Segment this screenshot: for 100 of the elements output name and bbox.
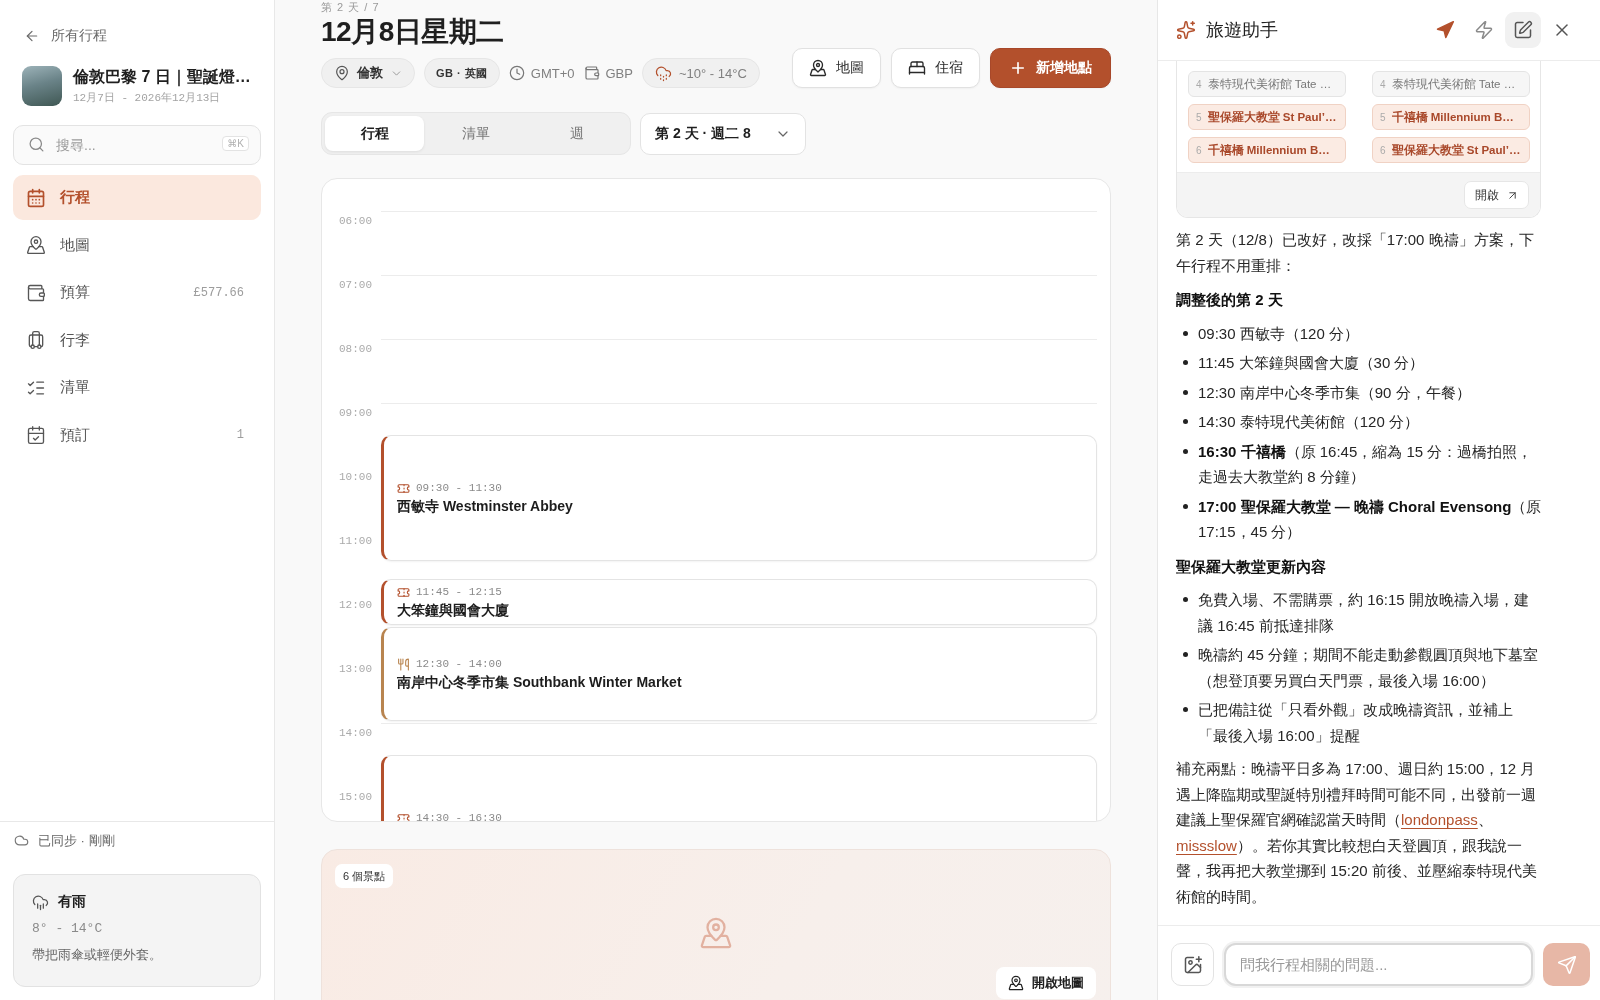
bullet-icon (1183, 419, 1188, 424)
page-title: 12月8日星期二 (321, 15, 504, 49)
bullet-text: 晚禱約 45 分鐘；期間不能走動參觀圓頂與地下墓室（想登頂要另買白天門票，最後入場 16:00） (1198, 645, 1540, 691)
message-paragraph: 第 2 天（12/8）已改好，改採「17:00 晚禱」方案，下午行程不用重排： (1176, 230, 1535, 276)
send-icon (1556, 954, 1577, 975)
map-pin-icon (809, 59, 827, 77)
add-place-button[interactable]: 新增地點 (990, 48, 1111, 88)
bullet-icon (1183, 597, 1188, 602)
nav-item[interactable]: 預訂 1 (13, 412, 261, 458)
wallet-icon (26, 282, 46, 303)
event-card[interactable]: 14:30 - 16:30 (381, 755, 1097, 821)
lightning-icon (1474, 20, 1494, 40)
hour-label: 14:00 (339, 726, 372, 740)
temperature-range: 8° - 14°C (32, 921, 103, 937)
source-link[interactable]: londonpass (1401, 811, 1478, 828)
suitcase-icon (26, 330, 46, 350)
nav-item[interactable]: 行程 (13, 175, 261, 220)
photo-placeholder (22, 66, 62, 106)
city-selector[interactable]: 倫敦 (321, 58, 415, 88)
rain-cloud-icon (654, 64, 672, 82)
sparkles-icon (1176, 20, 1196, 40)
cloud-icon (14, 833, 29, 848)
hour-label: 09:00 (339, 406, 372, 420)
sync-status: 已同步 · 剛剛 (38, 831, 115, 850)
bullet-icon (1183, 330, 1188, 336)
nav-item[interactable]: 行李 (13, 317, 261, 363)
bullet-icon (1183, 652, 1188, 657)
place-count: 6 個景點 (335, 864, 394, 888)
stop-name: 聖保羅大教堂 St Paul’… (1391, 142, 1521, 158)
map-pin-icon (698, 916, 733, 950)
wallet-icon (583, 65, 600, 81)
bullet-text: 已把備註從「只看外觀」改成晚禱資訊，並補上「最後入場 16:00」提醒 (1198, 700, 1514, 746)
bullet-text: 11:45 大笨鐘與國會大廈（30 分） (1198, 353, 1425, 373)
event-time: 14:30 - 16:30 (416, 812, 502, 821)
view-tab[interactable]: 行程 (325, 116, 425, 151)
image-plus-icon (1182, 954, 1203, 975)
map-pin-icon (1008, 975, 1024, 991)
bullet-icon (1183, 360, 1188, 365)
timezone-label: GMT+0 (530, 65, 575, 81)
hour-label: 08:00 (339, 342, 372, 356)
event-card[interactable]: 09:30 - 11:30 西敏寺 Westminster Abbey (381, 435, 1097, 561)
edit-icon (1513, 20, 1533, 40)
hour-label: 11:00 (339, 534, 372, 548)
weather-tip: 帶把雨傘或輕便外套。 (32, 946, 162, 964)
stop-number: 6 (1196, 144, 1202, 156)
view-tab[interactable]: 清單 (426, 116, 526, 151)
bullet-text: 14:30 泰特現代美術館（120 分） (1198, 412, 1419, 432)
attach-image-button[interactable] (1171, 943, 1214, 986)
hour-label: 15:00 (339, 790, 372, 804)
lodging-button[interactable]: 住宿 (891, 48, 980, 88)
hour-label: 13:00 (339, 662, 372, 676)
stop-name: 千禧橋 Millennium B… (1391, 109, 1514, 125)
search-icon (28, 136, 45, 153)
weather-condition: 有雨 (58, 893, 86, 911)
ticket-icon (397, 811, 410, 821)
nav-item[interactable]: 預算 £577.66 (13, 270, 261, 315)
message-input[interactable]: 問我行程相關的問題... (1224, 943, 1533, 986)
trip-dates: 12月7日 - 2026年12月13日 (73, 91, 222, 105)
bullet-icon (1183, 707, 1188, 712)
open-map-button[interactable]: 開啟地圖 (996, 967, 1096, 999)
country-chip: GB · 英國 (424, 58, 500, 88)
open-button[interactable]: 開啟 (1464, 181, 1529, 209)
view-tab[interactable]: 週 (527, 116, 627, 151)
hour-label: 12:00 (339, 598, 372, 612)
bullet-text: 09:30 西敏寺（120 分） (1198, 323, 1359, 344)
map-button[interactable]: 地圖 (792, 48, 881, 88)
event-card[interactable]: 12:30 - 14:00 南岸中心冬季市集 Southbank Winter Market (381, 627, 1097, 721)
event-time: 09:30 - 11:30 (416, 482, 502, 494)
note-paragraph: 補充兩點：晚禱平日多為 17:00、週日約 15:00，12 月遇上降臨期或聖誕特別禮拜時間可能不同，出發前一週建議上聖保羅官網確認當天時間（londonpass、 missslow）。若你其實比較想白天登圓頂，跟我說一聲，我再把大教堂挪到 15:20 前後、並壓縮泰特現代美術館的時間。 (1176, 759, 1538, 907)
stop-name: 泰特現代美術館 Tate … (1207, 76, 1332, 92)
plus-icon (1009, 59, 1027, 77)
event-time: 12:30 - 14:00 (416, 658, 502, 670)
nav-item[interactable]: 清單 (13, 365, 261, 410)
stop-name: 聖保羅大教堂 St Paul’… (1207, 109, 1337, 125)
clock-icon (508, 65, 525, 81)
event-time: 11:45 - 12:15 (416, 586, 502, 598)
bullet-icon (1183, 503, 1188, 509)
source-link[interactable]: missslow (1176, 836, 1237, 854)
shortcut-key: ⌘K (222, 136, 249, 151)
rain-cloud-icon (32, 893, 49, 911)
stop-number: 5 (1380, 111, 1386, 123)
event-card[interactable]: 11:45 - 12:15 大笨鐘與國會大廈 (381, 579, 1097, 625)
day-selector[interactable]: 第 2 天 · 週二 8 (640, 112, 806, 155)
trip-title: 倫敦巴黎 7 日｜聖誕燈… (73, 67, 251, 87)
bed-icon (908, 59, 926, 77)
event-title: 西敏寺 Westminster Abbey (397, 497, 573, 515)
back-link[interactable]: 所有行程 (24, 26, 107, 46)
event-title: 大笨鐘與國會大廈 (397, 601, 509, 619)
bullet-icon (1183, 448, 1188, 454)
nav-item[interactable]: 地圖 (13, 222, 261, 268)
stop-name: 泰特現代美術館 Tate … (1391, 76, 1516, 92)
section-heading: 聖保羅大教堂更新內容 (1176, 556, 1327, 577)
event-title: 南岸中心冬季市集 Southbank Winter Market (397, 673, 682, 691)
new-chat-button[interactable] (1505, 12, 1541, 48)
calendar-icon (26, 187, 46, 208)
section-heading: 調整後的第 2 天 (1176, 290, 1284, 310)
hour-label: 06:00 (339, 214, 372, 228)
panel-title: 旅遊助手 (1206, 19, 1278, 42)
bullet-text: 免費入場、不需購票，約 16:15 開放晚禱入場，建議 16:45 前抵達排隊 (1198, 590, 1530, 636)
bullet-icon (1183, 389, 1188, 395)
